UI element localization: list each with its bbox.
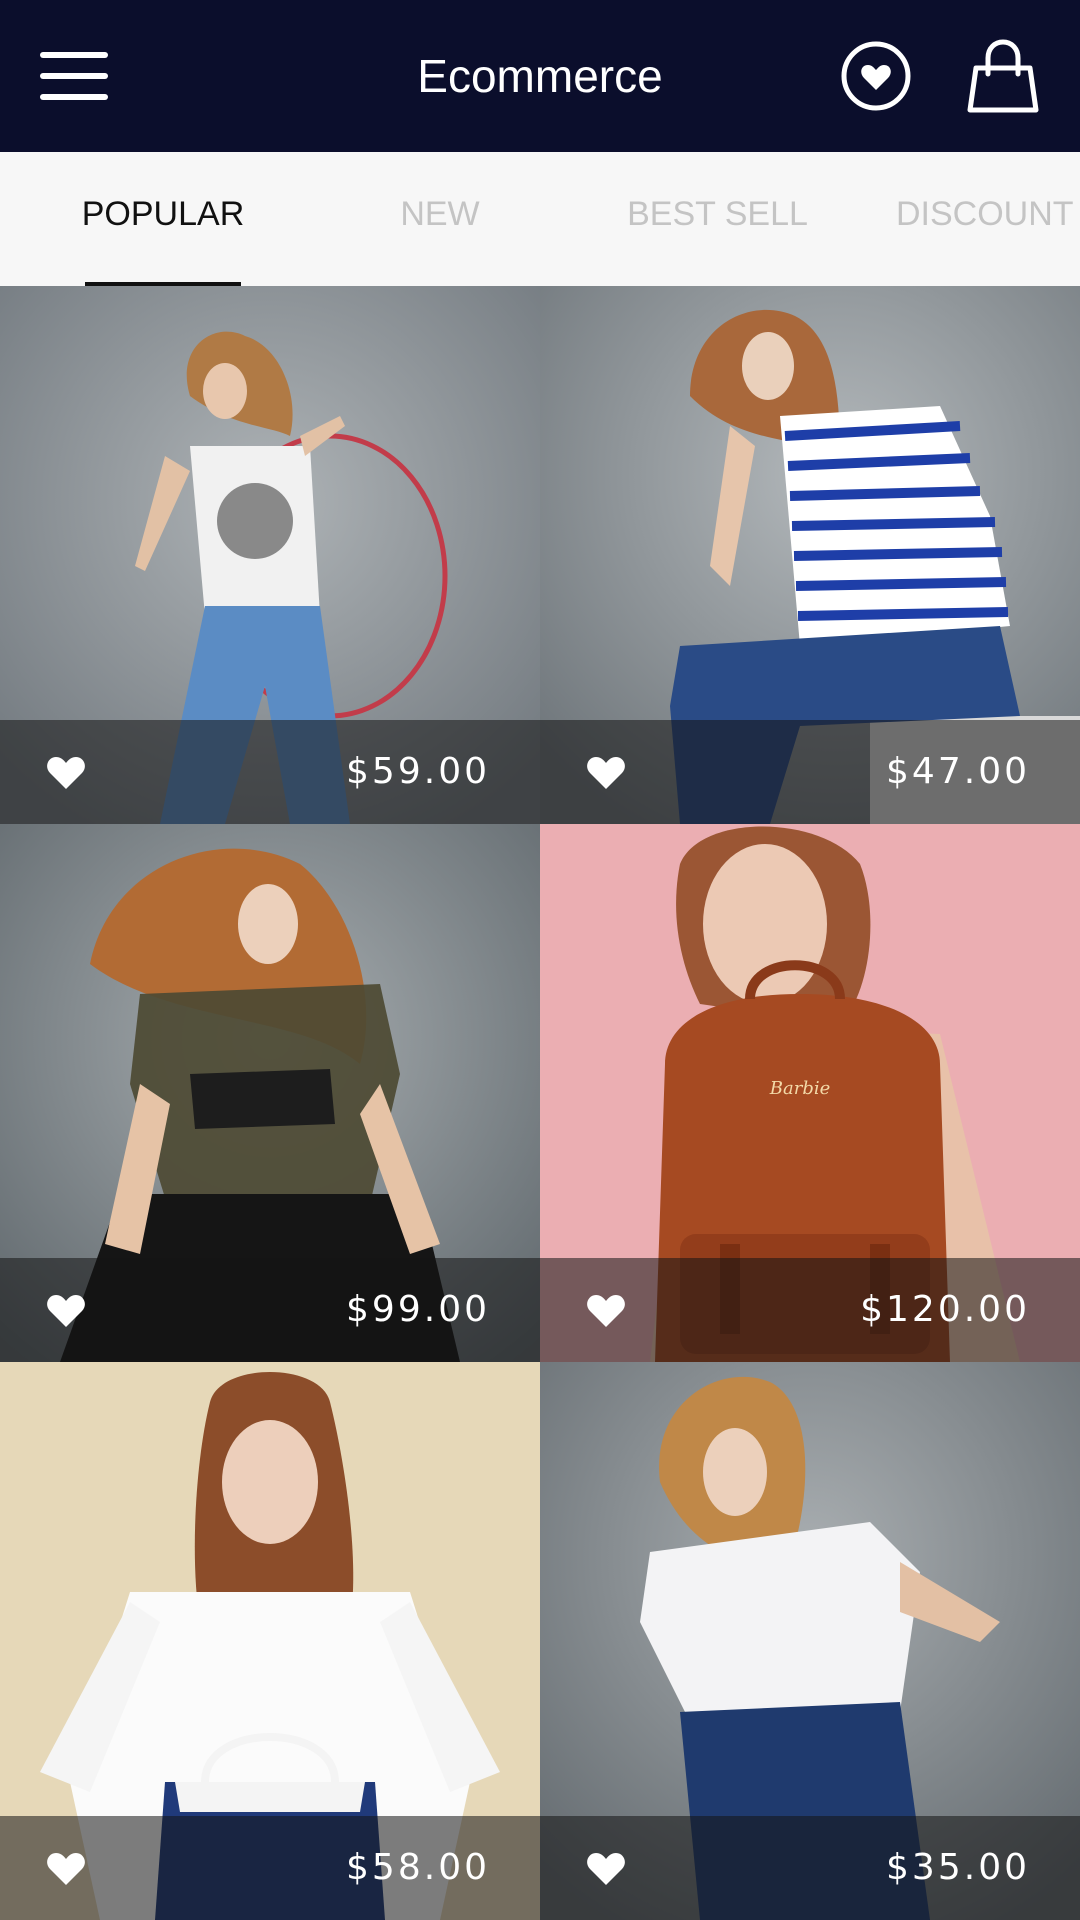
- wishlist-heart-circle-icon[interactable]: [840, 40, 912, 112]
- category-tabs: POPULAR NEW BEST SELL DISCOUNT: [0, 152, 1080, 286]
- price-bar: $47.00: [540, 720, 1080, 824]
- product-price: $58.00: [346, 1847, 490, 1888]
- product-price: $120.00: [860, 1289, 1030, 1330]
- price-bar: $58.00: [0, 1816, 540, 1920]
- product-price: $99.00: [346, 1289, 490, 1330]
- product-card[interactable]: Barbie $120.00: [540, 824, 1080, 1362]
- price-bar: $99.00: [0, 1258, 540, 1362]
- tab-new[interactable]: NEW: [360, 152, 520, 286]
- hamburger-menu-icon[interactable]: [40, 52, 108, 100]
- product-price: $35.00: [886, 1847, 1030, 1888]
- product-card[interactable]: $47.00: [540, 286, 1080, 824]
- product-card[interactable]: $99.00: [0, 824, 540, 1362]
- product-card[interactable]: $58.00: [0, 1362, 540, 1920]
- product-price: $47.00: [886, 751, 1030, 792]
- heart-icon[interactable]: [46, 1852, 86, 1886]
- heart-icon[interactable]: [586, 1294, 626, 1328]
- heart-icon[interactable]: [586, 756, 626, 790]
- price-bar: $59.00: [0, 720, 540, 824]
- heart-icon[interactable]: [46, 756, 86, 790]
- app-title: Ecommerce: [417, 50, 663, 102]
- product-card[interactable]: $59.00: [0, 286, 540, 824]
- product-card[interactable]: $35.00: [540, 1362, 1080, 1920]
- tab-best-sell[interactable]: BEST SELL: [605, 152, 830, 286]
- shopping-bag-icon[interactable]: [966, 38, 1040, 114]
- app-header: Ecommerce: [0, 0, 1080, 152]
- svg-text:Barbie: Barbie: [769, 1078, 831, 1099]
- tab-popular[interactable]: POPULAR: [80, 152, 246, 286]
- tab-discount[interactable]: DISCOUNT: [896, 152, 1080, 286]
- heart-icon[interactable]: [586, 1852, 626, 1886]
- price-bar: $120.00: [540, 1258, 1080, 1362]
- price-bar: $35.00: [540, 1816, 1080, 1920]
- app-screen: Ecommerce POPULAR NEW BEST SELL DISCOUNT: [0, 0, 1080, 1920]
- heart-icon[interactable]: [46, 1294, 86, 1328]
- product-grid: $59.00 $47.00 $99.00 Barbie $120.00 $58.…: [0, 286, 1080, 1920]
- product-price: $59.00: [346, 751, 490, 792]
